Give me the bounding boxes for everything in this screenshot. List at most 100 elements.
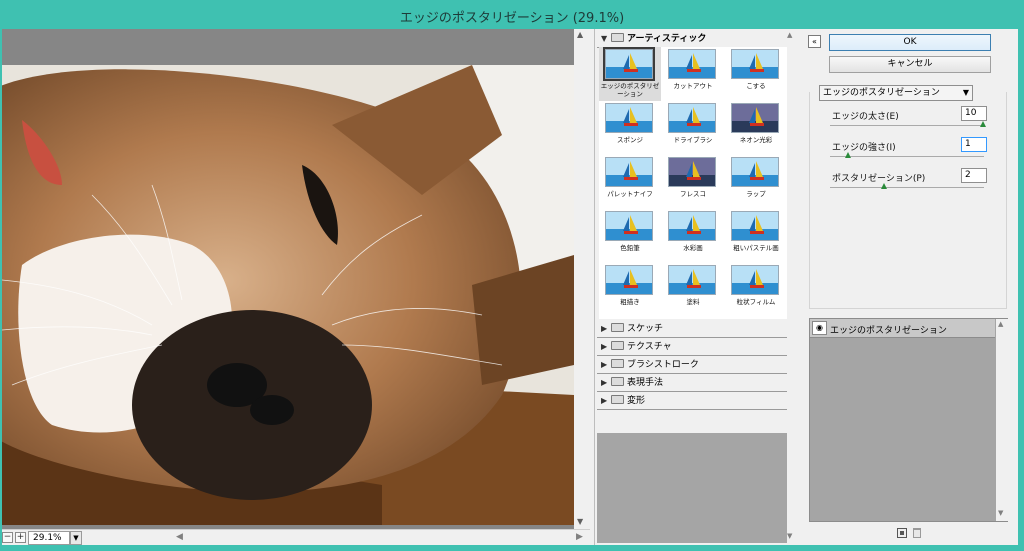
filter-thumb-label: 粒状フィルム	[736, 298, 776, 306]
posterization-field[interactable]: 2	[961, 168, 987, 183]
filter-select[interactable]: エッジのポスタリゼーション ▼	[819, 85, 973, 101]
ok-button[interactable]: OK	[829, 34, 991, 51]
posterization-slider[interactable]	[830, 187, 984, 188]
filter-thumb-label: フレスコ	[680, 190, 706, 198]
scroll-up-arrow-icon[interactable]: ▲	[998, 320, 1003, 328]
gallery-vertical-scrollbar[interactable]: ▲ ▼	[786, 29, 798, 546]
folder-icon	[611, 359, 624, 368]
edge-thickness-slider-thumb[interactable]	[980, 121, 986, 127]
group-texture[interactable]: ▶ テクスチャ	[597, 339, 787, 356]
folder-icon	[611, 341, 624, 350]
filter-thumbnail-image	[731, 49, 779, 79]
filter-thumbnail-image	[731, 211, 779, 241]
scroll-left-arrow-icon[interactable]: ◀	[176, 532, 183, 542]
filter-thumb-smudge-stick[interactable]: こする	[725, 47, 787, 101]
filter-thumb-edge-posterize[interactable]: エッジのポスタリゼーション	[599, 47, 661, 101]
filter-thumbnail-image	[668, 157, 716, 187]
zoom-level-field[interactable]: 29.1%	[28, 531, 70, 545]
collapse-gallery-icon[interactable]: «	[808, 35, 821, 48]
filter-thumbnail-image	[668, 49, 716, 79]
filter-thumbnail-image	[605, 157, 653, 187]
filter-thumb-label: ドライブラシ	[673, 136, 713, 144]
edge-thickness-slider[interactable]	[830, 125, 984, 126]
filter-thumb-palette-knife[interactable]: パレットナイフ	[599, 155, 661, 209]
filter-thumb-label: 塗料	[686, 298, 700, 306]
window-bottom-border	[0, 545, 1024, 551]
filter-thumb-label: カットアウト	[673, 82, 713, 90]
edge-intensity-label: エッジの強さ(I)	[832, 143, 896, 153]
preview-vertical-scrollbar[interactable]: ▲ ▼	[574, 29, 590, 529]
filter-thumbnail-image	[668, 103, 716, 133]
filter-thumb-label: ネオン光彩	[739, 136, 773, 144]
group-artistic[interactable]: ▼ アーティスティック	[597, 31, 787, 48]
scroll-up-arrow-icon[interactable]: ▲	[577, 30, 583, 39]
edge-intensity-field[interactable]: 1	[961, 137, 987, 152]
group-label: ブラシストローク	[627, 360, 699, 370]
chevron-down-icon: ▼	[962, 88, 969, 97]
eye-icon[interactable]: ◉	[812, 321, 827, 335]
group-stylize[interactable]: ▶ 表現手法	[597, 375, 787, 392]
filter-thumb-underpainting[interactable]: 粗描き	[599, 263, 661, 317]
expanded-triangle-icon: ▼	[601, 34, 608, 43]
filter-thumb-colored-pencil[interactable]: 色鉛筆	[599, 209, 661, 263]
title-bar: エッジのポスタリゼーション (29.1%)	[0, 0, 1024, 29]
filter-thumbnail-image	[731, 103, 779, 133]
filter-thumb-sponge[interactable]: スポンジ	[599, 101, 661, 155]
collapsed-triangle-icon: ▶	[601, 342, 608, 351]
group-distort[interactable]: ▶ 変形	[597, 393, 787, 410]
posterization-slider-thumb[interactable]	[881, 183, 887, 189]
scroll-down-arrow-icon[interactable]: ▼	[577, 517, 583, 526]
trash-icon[interactable]	[913, 528, 921, 538]
new-effect-layer-icon[interactable]	[897, 528, 907, 538]
scroll-down-arrow-icon[interactable]: ▼	[998, 509, 1003, 517]
filter-thumb-label: こする	[746, 82, 766, 90]
preview-image[interactable]	[2, 65, 574, 525]
zoom-dropdown-icon[interactable]: ▼	[70, 531, 82, 545]
filter-thumb-dry-brush[interactable]: ドライブラシ	[662, 101, 724, 155]
filter-thumb-label: エッジのポスタリゼーション	[600, 82, 660, 98]
preview-toolbar: − + 29.1% ▼ ◀ ▶	[2, 529, 590, 546]
effect-layer-list: ◉ エッジのポスタリゼーション ▲ ▼	[809, 318, 1008, 522]
group-label: スケッチ	[627, 324, 664, 334]
filter-thumbnail-image	[605, 103, 653, 133]
layer-vertical-scrollbar[interactable]: ▲ ▼	[996, 319, 1008, 521]
edge-intensity-slider-thumb[interactable]	[845, 152, 851, 158]
filter-thumb-fresco[interactable]: フレスコ	[662, 155, 724, 209]
filter-thumb-film-grain[interactable]: 粒状フィルム	[725, 263, 787, 317]
zoom-out-button[interactable]: −	[2, 532, 13, 543]
posterization-label: ポスタリゼーション(P)	[832, 174, 926, 184]
group-label: テクスチャ	[627, 342, 672, 352]
filter-thumb-paint-daubs[interactable]: 塗料	[662, 263, 724, 317]
filter-thumb-cutout[interactable]: カットアウト	[662, 47, 724, 101]
gallery-empty-space	[597, 433, 787, 543]
filter-thumbnail-image	[731, 157, 779, 187]
edge-intensity-slider[interactable]	[830, 156, 984, 157]
settings-panel: « OK キャンセル エッジのポスタリゼーション ▼ エッジの太さ(E) 10 エッ…	[802, 29, 1018, 546]
group-brush-strokes[interactable]: ▶ ブラシストローク	[597, 357, 787, 374]
group-sketch[interactable]: ▶ スケッチ	[597, 321, 787, 338]
filter-thumb-label: ラップ	[746, 190, 766, 198]
scroll-right-arrow-icon[interactable]: ▶	[576, 532, 583, 542]
edge-thickness-field[interactable]: 10	[961, 106, 987, 121]
filter-thumb-label: スポンジ	[617, 136, 643, 144]
scroll-down-arrow-icon[interactable]: ▼	[787, 532, 792, 540]
scroll-up-arrow-icon[interactable]: ▲	[787, 31, 792, 39]
effect-layer-label: エッジのポスタリゼーション	[830, 326, 947, 336]
filter-select-value: エッジのポスタリゼーション	[823, 88, 940, 98]
group-label: 変形	[627, 396, 646, 406]
collapsed-triangle-icon: ▶	[601, 360, 608, 369]
filter-thumb-plastic-wrap[interactable]: ラップ	[725, 155, 787, 209]
cancel-button[interactable]: キャンセル	[829, 56, 991, 73]
zoom-in-button[interactable]: +	[15, 532, 26, 543]
collapsed-triangle-icon: ▶	[601, 396, 608, 405]
folder-icon	[611, 395, 624, 404]
preview-area[interactable]: ▲ ▼	[2, 29, 590, 529]
filter-thumb-neon-glow[interactable]: ネオン光彩	[725, 101, 787, 155]
filter-thumb-watercolor[interactable]: 水彩画	[662, 209, 724, 263]
effect-layer-row[interactable]: ◉ エッジのポスタリゼーション	[810, 319, 995, 338]
filter-gallery-dialog: ▲ ▼ − + 29.1% ▼ ◀ ▶ ▼ アーティスティック エッジのポスタリゼ…	[2, 29, 1018, 546]
filter-thumbnail-image	[668, 211, 716, 241]
filter-thumb-rough-pastels[interactable]: 粗いパステル画	[725, 209, 787, 263]
filter-thumb-label: 水彩画	[683, 244, 703, 252]
folder-icon	[611, 33, 624, 42]
